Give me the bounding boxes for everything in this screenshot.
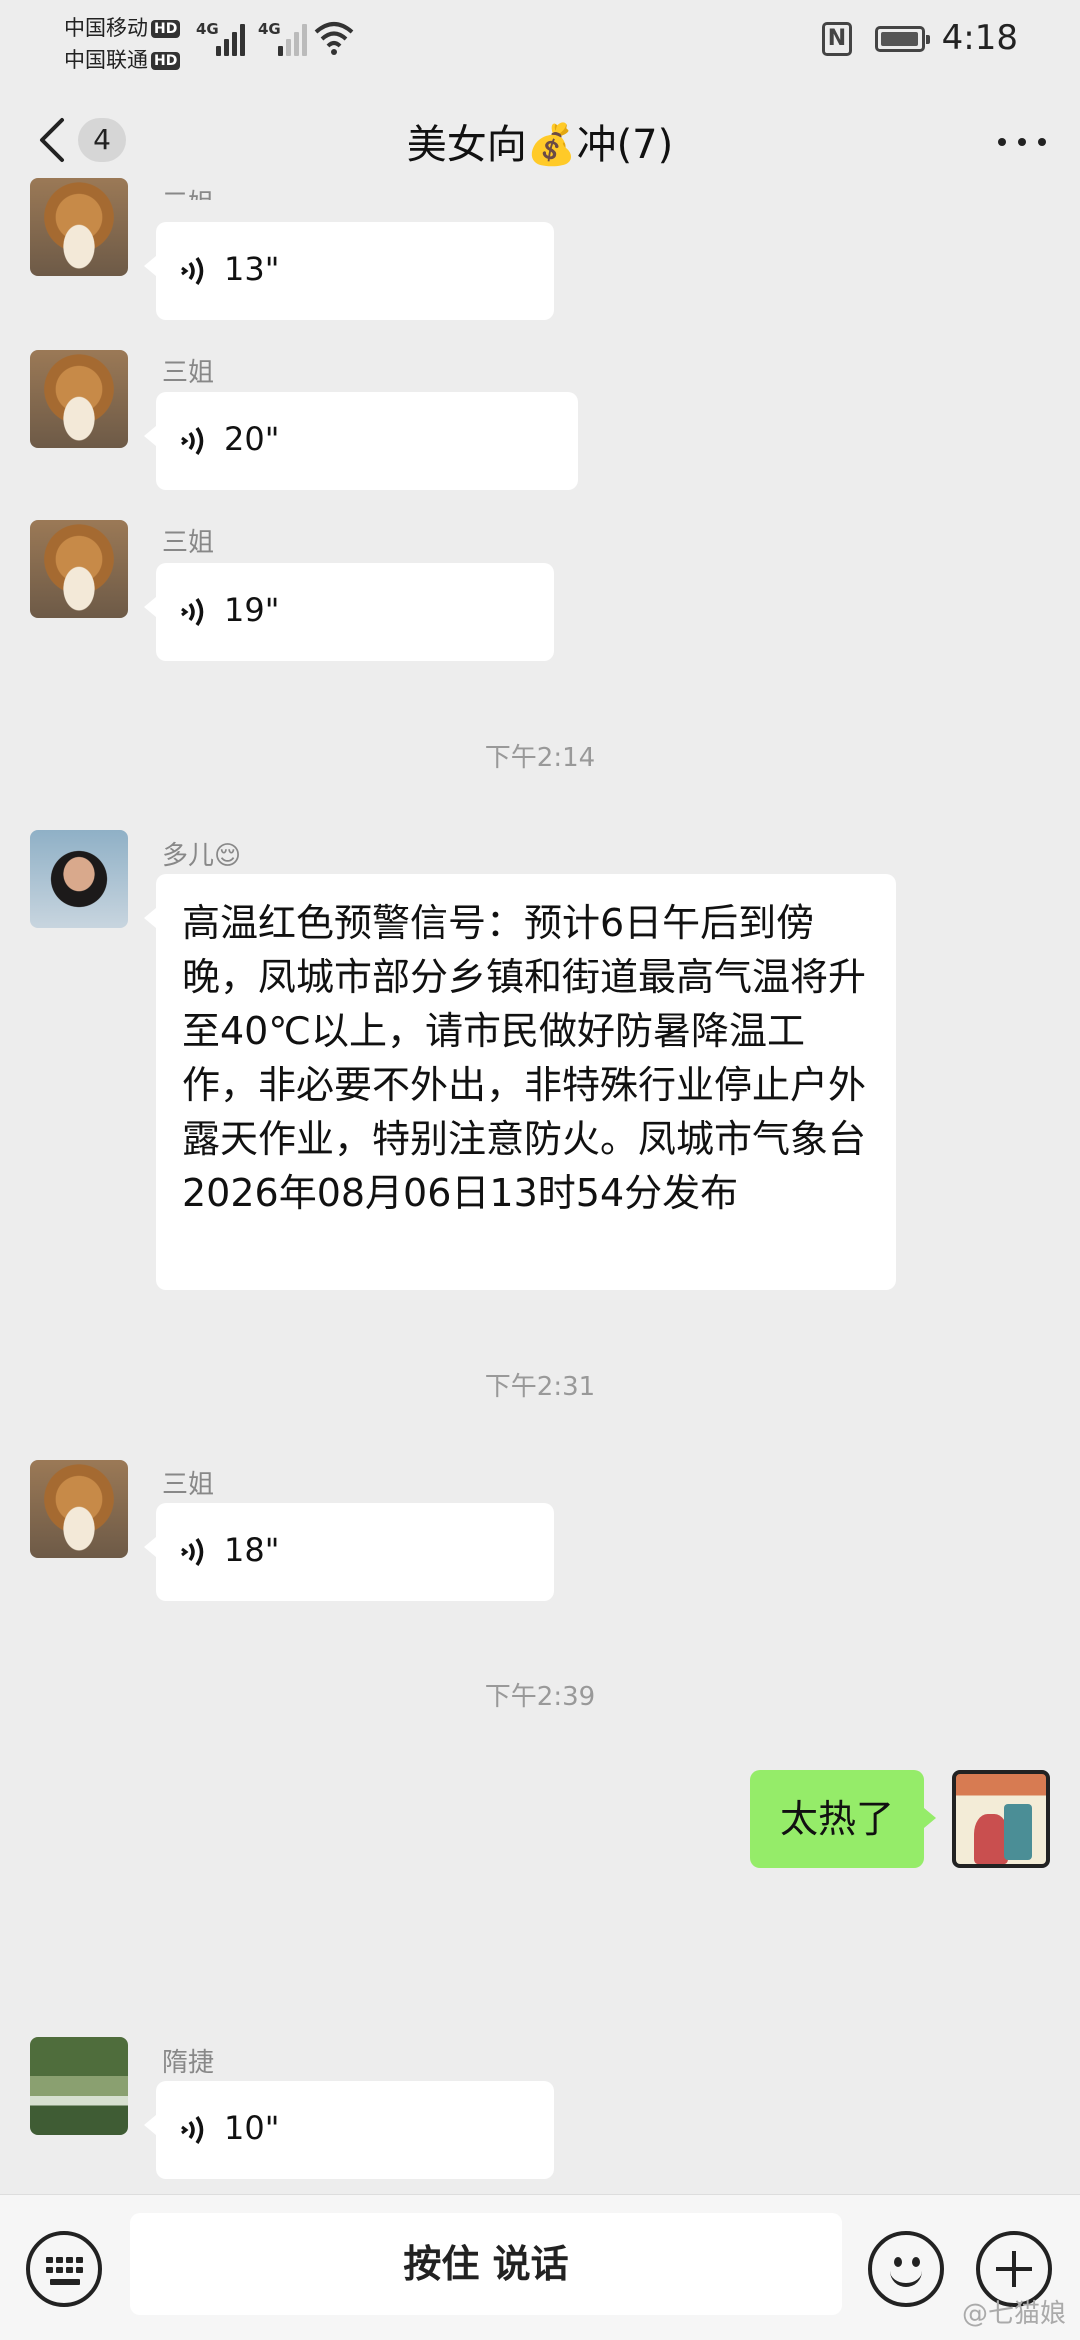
voice-message[interactable]: 13": [144, 222, 554, 320]
voice-message[interactable]: 18": [144, 1503, 554, 1601]
voice-message[interactable]: 10": [144, 2081, 554, 2179]
status-bar: 中国移动 HD 中国联通 HD 4G 4G N 4:18: [0, 0, 1080, 80]
sender-name: 三姐: [162, 1470, 215, 1500]
voice-duration: 10": [224, 2109, 280, 2147]
avatar-sanjie[interactable]: [30, 350, 128, 448]
carrier-label-2: 中国联通 HD: [64, 44, 181, 74]
voice-wave-icon: [181, 257, 204, 285]
sender-name: 隋捷: [162, 2048, 215, 2078]
avatar-sanjie[interactable]: [30, 520, 128, 618]
input-bar: 按住 说话 @七猫娘: [0, 2194, 1080, 2340]
voice-wave-icon: [181, 1538, 204, 1566]
timestamp: 下午2:39: [484, 1682, 596, 1712]
more-options-icon[interactable]: [994, 116, 1050, 164]
sender-name: 三姐: [162, 176, 214, 200]
carrier-label-1: 中国移动 HD: [64, 12, 181, 42]
avatar-suijie[interactable]: [30, 2037, 128, 2135]
sender-name: 三姐: [162, 528, 215, 558]
emoji-icon[interactable]: [868, 2231, 944, 2307]
avatar-sanjie[interactable]: [30, 1460, 128, 1558]
hold-to-talk-button[interactable]: 按住 说话: [130, 2213, 842, 2315]
clock: 4:18: [941, 18, 1018, 58]
voice-duration: 20": [224, 420, 280, 458]
my-text-message[interactable]: 太热了: [749, 1770, 937, 1868]
hd-badge: HD: [151, 20, 181, 38]
voice-duration: 13": [224, 250, 280, 288]
avatar-duoer[interactable]: [30, 830, 128, 928]
timestamp: 下午2:14: [484, 743, 596, 773]
voice-message[interactable]: 19": [144, 563, 554, 661]
sender-name: 多儿😌: [162, 841, 242, 871]
wifi-icon: [314, 22, 354, 55]
hd-badge: HD: [151, 52, 181, 70]
voice-wave-icon: [181, 598, 204, 626]
nfc-icon: N: [822, 22, 852, 56]
sender-name: 三姐: [162, 358, 215, 388]
signal-icon-1: 4G: [196, 20, 245, 56]
watermark: @七猫娘: [961, 2299, 1066, 2329]
avatar-me[interactable]: [952, 1770, 1050, 1868]
avatar-sanjie[interactable]: [30, 178, 128, 276]
chat-title: 美女向💰冲(7): [406, 122, 674, 168]
text-message[interactable]: 高温红色预警信号：预计6日午后到傍晚，凤城市部分乡镇和街道最高气温将升至40℃以…: [144, 874, 896, 1290]
voice-wave-icon: [181, 427, 204, 455]
signal-icon-2: 4G: [258, 20, 308, 56]
voice-duration: 18": [224, 1531, 280, 1569]
voice-wave-icon: [181, 2116, 204, 2144]
timestamp: 下午2:31: [484, 1372, 596, 1402]
keyboard-icon[interactable]: [26, 2231, 102, 2307]
voice-message[interactable]: 20": [144, 392, 578, 490]
voice-duration: 19": [224, 591, 280, 629]
battery-icon: [875, 26, 930, 52]
